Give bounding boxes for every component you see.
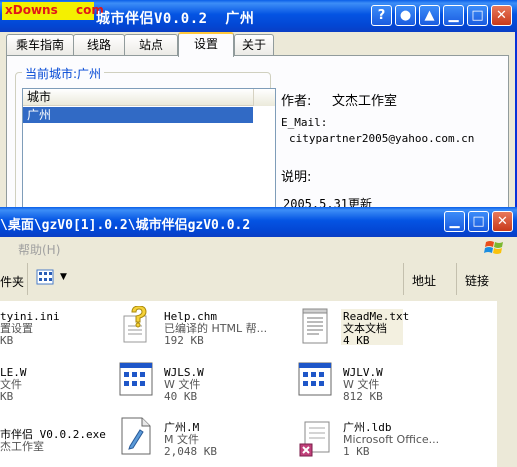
author-label: 作者: — [281, 94, 312, 109]
tab-stations[interactable]: 站点 — [124, 34, 178, 55]
file-size: 192 KB — [164, 334, 204, 347]
explorer-maximize-button[interactable]: □ — [468, 211, 489, 232]
file-name: 广州.ldb — [343, 421, 392, 434]
note-label: 说明: — [281, 170, 312, 185]
file-size: 4 KB — [343, 334, 370, 347]
maximize-button[interactable]: □ — [467, 5, 488, 26]
file-type: 杰工作室 — [0, 440, 44, 453]
generic-file-icon[interactable] — [297, 360, 333, 400]
file-name: 市伴侣 V0.0.2.exe — [0, 428, 106, 441]
toolbar-separator — [456, 263, 457, 295]
access-lock-file-icon[interactable] — [297, 418, 333, 458]
document-file-icon[interactable] — [118, 416, 154, 456]
file-item-selected[interactable]: ReadMe.txt 文本文档 4 KB — [341, 309, 409, 347]
help-button[interactable]: ? — [371, 5, 392, 26]
explorer-minimize-button[interactable]: ▁ — [444, 211, 465, 232]
address-label: 地址 — [412, 274, 437, 288]
explorer-title: \桌面\gzV0[1].0.2\城市伴侣gzV0.0.2 — [0, 218, 251, 233]
menu-help[interactable]: 帮助(H) — [18, 241, 60, 258]
file-size: 40 KB — [164, 390, 198, 403]
watermark-text-left: xDowns — [5, 3, 58, 17]
dot-button[interactable]: ● — [395, 5, 416, 26]
file-name: ReadMe.txt — [343, 310, 410, 323]
file-name: Help.chm — [164, 310, 217, 323]
vertical-scrollbar[interactable] — [497, 301, 517, 467]
file-size: 2,048 KB — [164, 445, 217, 458]
file-name: WJLS.W — [164, 366, 204, 379]
file-name: tyini.ini — [0, 310, 60, 323]
help-file-icon[interactable] — [118, 306, 154, 346]
up-arrow-button[interactable]: ▲ — [419, 5, 440, 26]
city-list-header[interactable]: 城市 — [23, 89, 253, 106]
watermark-logo: xDowns com — [2, 2, 104, 20]
views-icon[interactable] — [36, 268, 56, 286]
tab-settings[interactable]: 设置 — [178, 32, 234, 57]
author-value: 文杰工作室 — [332, 94, 398, 109]
explorer-title-bar[interactable]: \桌面\gzV0[1].0.2\城市伴侣gzV0.0.2 ▁ □ ✕ — [0, 207, 517, 237]
windows-logo-icon — [484, 241, 503, 254]
folders-button-label[interactable]: 件夹 — [0, 273, 24, 290]
text-document-icon[interactable] — [297, 305, 333, 345]
file-name: WJLV.W — [343, 366, 383, 379]
email-value: citypartner2005@yahoo.com.cn — [289, 132, 475, 145]
city-list-item-selected[interactable]: 广州 — [23, 107, 253, 123]
file-name: 广州.M — [164, 421, 200, 434]
file-size: KB — [0, 390, 14, 403]
toolbar-separator — [27, 263, 28, 295]
minimize-button[interactable]: ▁ — [443, 5, 464, 26]
generic-file-icon[interactable] — [118, 360, 154, 400]
toolbar-separator — [403, 263, 404, 295]
tab-about[interactable]: 关于 — [234, 34, 274, 55]
menu-bar: 帮助(H) — [0, 237, 517, 260]
app-title: 城市伴侣V0.0.2 广州 — [96, 11, 255, 27]
app-title-bar[interactable]: xDowns com 城市伴侣V0.0.2 广州 ? ● ▲ ▁ □ ✕ — [0, 0, 517, 32]
tab-routes[interactable]: 线路 — [73, 34, 125, 55]
file-name: LE.W — [0, 366, 27, 379]
tab-ride-guide[interactable]: 乘车指南 — [6, 34, 74, 55]
city-group-label: 当前城市:广州 — [22, 65, 105, 82]
city-list-header-blank — [253, 89, 275, 106]
views-dropdown-arrow-icon[interactable]: ▼ — [60, 272, 67, 282]
city-list[interactable]: 城市 广州 — [22, 88, 276, 218]
links-label[interactable]: 链接 — [465, 272, 489, 289]
explorer-toolbar: 件夹 地址 链接 — [0, 259, 517, 302]
explorer-close-button[interactable]: ✕ — [492, 211, 513, 232]
email-label: E_Mail: — [281, 116, 328, 129]
file-size: 812 KB — [343, 390, 383, 403]
file-size: KB — [0, 334, 14, 347]
close-button[interactable]: ✕ — [491, 5, 512, 26]
file-size: 1 KB — [343, 445, 370, 458]
